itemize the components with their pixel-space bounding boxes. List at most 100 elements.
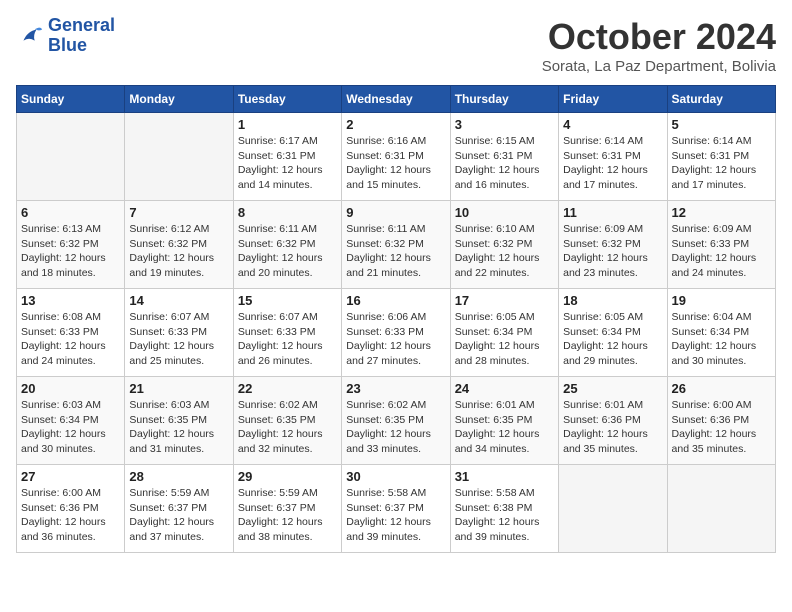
sunset-text: Sunset: 6:32 PM bbox=[346, 238, 424, 250]
daylight-text: Daylight: 12 hours and 34 minutes. bbox=[455, 428, 540, 455]
calendar-day-cell: 2 Sunrise: 6:16 AM Sunset: 6:31 PM Dayli… bbox=[342, 113, 450, 201]
day-number: 30 bbox=[346, 469, 445, 484]
sunset-text: Sunset: 6:32 PM bbox=[455, 238, 533, 250]
day-number: 22 bbox=[238, 381, 337, 396]
sunrise-text: Sunrise: 6:05 AM bbox=[455, 311, 535, 323]
day-number: 20 bbox=[21, 381, 120, 396]
daylight-text: Daylight: 12 hours and 28 minutes. bbox=[455, 340, 540, 367]
sunset-text: Sunset: 6:31 PM bbox=[455, 150, 533, 162]
daylight-text: Daylight: 12 hours and 24 minutes. bbox=[21, 340, 106, 367]
day-number: 31 bbox=[455, 469, 554, 484]
weekday-header: Friday bbox=[559, 86, 667, 113]
day-number: 5 bbox=[672, 117, 771, 132]
calendar-table: SundayMondayTuesdayWednesdayThursdayFrid… bbox=[16, 85, 776, 553]
calendar-day-cell: 23 Sunrise: 6:02 AM Sunset: 6:35 PM Dayl… bbox=[342, 377, 450, 465]
calendar-body: 1 Sunrise: 6:17 AM Sunset: 6:31 PM Dayli… bbox=[17, 113, 776, 553]
location-subtitle: Sorata, La Paz Department, Bolivia bbox=[542, 58, 776, 75]
day-info: Sunrise: 6:11 AM Sunset: 6:32 PM Dayligh… bbox=[346, 222, 445, 281]
calendar-day-cell: 13 Sunrise: 6:08 AM Sunset: 6:33 PM Dayl… bbox=[17, 289, 125, 377]
sunset-text: Sunset: 6:35 PM bbox=[129, 414, 207, 426]
calendar-day-cell: 7 Sunrise: 6:12 AM Sunset: 6:32 PM Dayli… bbox=[125, 201, 233, 289]
daylight-text: Daylight: 12 hours and 29 minutes. bbox=[563, 340, 648, 367]
calendar-day-cell bbox=[559, 465, 667, 553]
daylight-text: Daylight: 12 hours and 36 minutes. bbox=[21, 516, 106, 543]
logo: General Blue bbox=[16, 16, 115, 56]
month-title: October 2024 bbox=[542, 16, 776, 58]
day-number: 21 bbox=[129, 381, 228, 396]
day-info: Sunrise: 6:03 AM Sunset: 6:34 PM Dayligh… bbox=[21, 398, 120, 457]
weekday-header: Thursday bbox=[450, 86, 558, 113]
day-number: 13 bbox=[21, 293, 120, 308]
sunset-text: Sunset: 6:37 PM bbox=[129, 502, 207, 514]
calendar-day-cell: 29 Sunrise: 5:59 AM Sunset: 6:37 PM Dayl… bbox=[233, 465, 341, 553]
sunrise-text: Sunrise: 6:07 AM bbox=[238, 311, 318, 323]
daylight-text: Daylight: 12 hours and 39 minutes. bbox=[346, 516, 431, 543]
day-number: 6 bbox=[21, 205, 120, 220]
logo-bird-icon bbox=[16, 22, 44, 50]
day-info: Sunrise: 6:02 AM Sunset: 6:35 PM Dayligh… bbox=[238, 398, 337, 457]
sunrise-text: Sunrise: 6:00 AM bbox=[21, 487, 101, 499]
sunset-text: Sunset: 6:33 PM bbox=[346, 326, 424, 338]
daylight-text: Daylight: 12 hours and 20 minutes. bbox=[238, 252, 323, 279]
day-info: Sunrise: 6:07 AM Sunset: 6:33 PM Dayligh… bbox=[129, 310, 228, 369]
calendar-day-cell: 27 Sunrise: 6:00 AM Sunset: 6:36 PM Dayl… bbox=[17, 465, 125, 553]
sunrise-text: Sunrise: 5:59 AM bbox=[238, 487, 318, 499]
calendar-day-cell: 1 Sunrise: 6:17 AM Sunset: 6:31 PM Dayli… bbox=[233, 113, 341, 201]
sunrise-text: Sunrise: 6:11 AM bbox=[238, 223, 317, 235]
day-number: 10 bbox=[455, 205, 554, 220]
calendar-header: SundayMondayTuesdayWednesdayThursdayFrid… bbox=[17, 86, 776, 113]
calendar-day-cell: 11 Sunrise: 6:09 AM Sunset: 6:32 PM Dayl… bbox=[559, 201, 667, 289]
day-info: Sunrise: 6:14 AM Sunset: 6:31 PM Dayligh… bbox=[672, 134, 771, 193]
sunrise-text: Sunrise: 6:04 AM bbox=[672, 311, 752, 323]
calendar-day-cell: 25 Sunrise: 6:01 AM Sunset: 6:36 PM Dayl… bbox=[559, 377, 667, 465]
calendar-day-cell: 17 Sunrise: 6:05 AM Sunset: 6:34 PM Dayl… bbox=[450, 289, 558, 377]
day-info: Sunrise: 6:05 AM Sunset: 6:34 PM Dayligh… bbox=[563, 310, 662, 369]
day-number: 19 bbox=[672, 293, 771, 308]
weekday-header: Sunday bbox=[17, 86, 125, 113]
daylight-text: Daylight: 12 hours and 21 minutes. bbox=[346, 252, 431, 279]
daylight-text: Daylight: 12 hours and 30 minutes. bbox=[672, 340, 757, 367]
daylight-text: Daylight: 12 hours and 19 minutes. bbox=[129, 252, 214, 279]
day-info: Sunrise: 6:01 AM Sunset: 6:35 PM Dayligh… bbox=[455, 398, 554, 457]
sunrise-text: Sunrise: 6:15 AM bbox=[455, 135, 535, 147]
day-info: Sunrise: 6:06 AM Sunset: 6:33 PM Dayligh… bbox=[346, 310, 445, 369]
daylight-text: Daylight: 12 hours and 17 minutes. bbox=[563, 164, 648, 191]
sunrise-text: Sunrise: 6:17 AM bbox=[238, 135, 318, 147]
day-info: Sunrise: 6:05 AM Sunset: 6:34 PM Dayligh… bbox=[455, 310, 554, 369]
day-number: 25 bbox=[563, 381, 662, 396]
weekday-header-row: SundayMondayTuesdayWednesdayThursdayFrid… bbox=[17, 86, 776, 113]
sunrise-text: Sunrise: 6:02 AM bbox=[238, 399, 318, 411]
calendar-day-cell: 30 Sunrise: 5:58 AM Sunset: 6:37 PM Dayl… bbox=[342, 465, 450, 553]
day-info: Sunrise: 6:16 AM Sunset: 6:31 PM Dayligh… bbox=[346, 134, 445, 193]
sunrise-text: Sunrise: 6:03 AM bbox=[21, 399, 101, 411]
sunset-text: Sunset: 6:32 PM bbox=[563, 238, 641, 250]
calendar-week-row: 13 Sunrise: 6:08 AM Sunset: 6:33 PM Dayl… bbox=[17, 289, 776, 377]
calendar-day-cell: 31 Sunrise: 5:58 AM Sunset: 6:38 PM Dayl… bbox=[450, 465, 558, 553]
day-number: 15 bbox=[238, 293, 337, 308]
calendar-day-cell: 19 Sunrise: 6:04 AM Sunset: 6:34 PM Dayl… bbox=[667, 289, 775, 377]
sunrise-text: Sunrise: 6:00 AM bbox=[672, 399, 752, 411]
day-number: 29 bbox=[238, 469, 337, 484]
calendar-day-cell: 24 Sunrise: 6:01 AM Sunset: 6:35 PM Dayl… bbox=[450, 377, 558, 465]
sunset-text: Sunset: 6:38 PM bbox=[455, 502, 533, 514]
logo-text: General Blue bbox=[48, 16, 115, 56]
sunrise-text: Sunrise: 6:13 AM bbox=[21, 223, 101, 235]
day-number: 4 bbox=[563, 117, 662, 132]
calendar-day-cell: 28 Sunrise: 5:59 AM Sunset: 6:37 PM Dayl… bbox=[125, 465, 233, 553]
day-info: Sunrise: 6:15 AM Sunset: 6:31 PM Dayligh… bbox=[455, 134, 554, 193]
daylight-text: Daylight: 12 hours and 35 minutes. bbox=[563, 428, 648, 455]
sunrise-text: Sunrise: 6:07 AM bbox=[129, 311, 209, 323]
sunrise-text: Sunrise: 6:06 AM bbox=[346, 311, 426, 323]
sunrise-text: Sunrise: 6:14 AM bbox=[563, 135, 643, 147]
day-info: Sunrise: 6:00 AM Sunset: 6:36 PM Dayligh… bbox=[21, 486, 120, 545]
sunset-text: Sunset: 6:35 PM bbox=[455, 414, 533, 426]
sunset-text: Sunset: 6:37 PM bbox=[346, 502, 424, 514]
day-info: Sunrise: 6:12 AM Sunset: 6:32 PM Dayligh… bbox=[129, 222, 228, 281]
day-info: Sunrise: 6:17 AM Sunset: 6:31 PM Dayligh… bbox=[238, 134, 337, 193]
calendar-day-cell bbox=[125, 113, 233, 201]
day-info: Sunrise: 6:07 AM Sunset: 6:33 PM Dayligh… bbox=[238, 310, 337, 369]
day-info: Sunrise: 5:58 AM Sunset: 6:38 PM Dayligh… bbox=[455, 486, 554, 545]
calendar-day-cell bbox=[17, 113, 125, 201]
calendar-day-cell: 21 Sunrise: 6:03 AM Sunset: 6:35 PM Dayl… bbox=[125, 377, 233, 465]
daylight-text: Daylight: 12 hours and 32 minutes. bbox=[238, 428, 323, 455]
